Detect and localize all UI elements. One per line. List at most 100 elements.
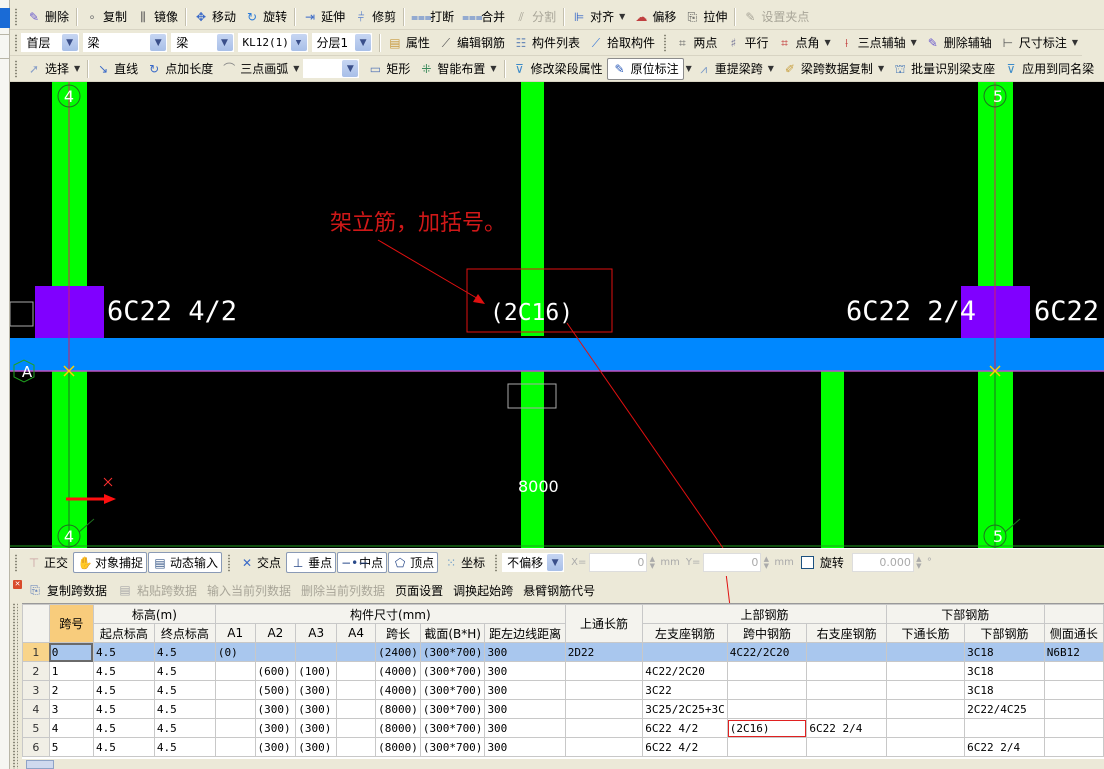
table-row[interactable]: 3 2 4.5 4.5 (500) (300) (4000) (300*700) 300 3C22… [22,680,1104,700]
cell-a4[interactable] [336,661,377,681]
cell-end[interactable]: 4.5 [153,737,216,757]
cell-mid[interactable] [726,699,808,719]
cell-side[interactable] [1043,737,1104,757]
component-list-button[interactable]: ☷ 构件列表 [509,32,584,54]
cell-bot[interactable]: 2C22/4C25 [964,699,1045,719]
cell-len[interactable]: (4000) [375,680,421,700]
cell-a4[interactable] [336,699,377,719]
batch-support-button[interactable]: ⛫ 批量识别梁支座 [888,58,999,80]
cell-span[interactable]: 1 [48,661,94,681]
cell-mid[interactable] [726,680,808,700]
delete-button[interactable]: ✎ 删除 [22,6,73,28]
break-button[interactable]: ⩶ 打断 [407,6,458,28]
cell-span[interactable]: 5 [48,737,94,757]
close-icon[interactable]: ✕ [13,580,22,589]
cell-mid[interactable] [726,737,808,757]
cell-mid[interactable]: (2C16) [726,718,808,738]
floor-select[interactable]: 首层 ▼ [21,33,79,52]
cell-dist[interactable]: 300 [484,699,566,719]
table-row[interactable]: 6 5 4.5 4.5 (300) (300) (8000) (300*700) 300 6C22… [22,737,1104,757]
rotate-button[interactable]: ↻ 旋转 [240,6,291,28]
modify-beam-segment-button[interactable]: ⊽ 修改梁段属性 [508,58,607,80]
rotate-checkbox[interactable] [800,556,814,569]
cell-a1[interactable] [214,737,256,757]
cell-left[interactable]: 6C22 4/2 [642,737,728,757]
intersection-snap[interactable]: ✕ 交点 [235,552,285,573]
delete-column-data-button[interactable]: 删除当前列数据 [296,582,390,599]
cell-mid[interactable] [726,661,808,681]
offset-mode-select[interactable]: 不偏移 ▼ [502,553,565,572]
cell-bot_through[interactable] [885,737,966,757]
column-mid[interactable] [521,82,544,336]
header-left-support[interactable]: 左支座钢筋 [642,623,728,643]
beam-kl12[interactable] [10,338,1104,371]
toolbar-grip[interactable] [494,553,499,572]
row-number[interactable]: 5 [22,718,50,738]
cell-top_through[interactable] [564,680,644,700]
cell-a2[interactable]: (600) [254,661,297,681]
dock-tab-active[interactable] [0,8,10,28]
row-number[interactable]: 6 [22,737,50,757]
header-mid-span[interactable]: 跨中钢筋 [726,623,808,643]
midpoint-snap[interactable]: −•− 中点 [337,552,388,573]
move-button[interactable]: ✥ 移动 [189,6,240,28]
cell-a3[interactable]: (300) [295,680,338,700]
cell-a3[interactable] [295,642,338,662]
rotate-spinner[interactable]: ▲ ▼ [914,554,924,571]
right-support-annotation[interactable]: 6C22 2/4 [846,296,976,327]
mid-span-annotation[interactable]: (2C16) [490,300,573,326]
split-button[interactable]: ⫽ 分割 [509,6,560,28]
cell-right[interactable] [806,661,887,681]
cell-end[interactable]: 4.5 [153,718,216,738]
point-length-button[interactable]: ↻ 点加长度 [142,58,217,80]
cell-bot[interactable]: 3C18 [964,661,1045,681]
cell-a1[interactable]: (0) [214,642,256,662]
edit-rebar-button[interactable]: ⟋ 编辑钢筋 [434,32,509,54]
header-span-number[interactable]: 跨号 [48,604,94,643]
cell-left[interactable] [642,642,728,662]
header-a4[interactable]: A4 [336,623,377,643]
cantilever-code-button[interactable]: 悬臂钢筋代号 [518,582,600,599]
span-data-grid[interactable]: 跨号 标高(m) 构件尺寸(mm) 上通长筋 上部钢筋 下部钢筋 起点标高 终点… [22,603,1104,759]
cell-start[interactable]: 4.5 [92,737,155,757]
row-number[interactable]: 2 [22,661,50,681]
header-top-through[interactable]: 上通长筋 [564,604,644,643]
properties-button[interactable]: ▤ 属性 [383,32,434,54]
row-number[interactable]: 3 [22,680,50,700]
panel-grip[interactable] [12,603,18,769]
header-a2[interactable]: A2 [254,623,297,643]
cell-bot_through[interactable] [885,680,966,700]
cell-mid[interactable]: 4C22/2C20 [726,642,808,662]
cell-a4[interactable] [336,718,377,738]
cell-bot_through[interactable] [885,699,966,719]
header-section[interactable]: 截面(B*H) [419,623,486,643]
cell-sec[interactable]: (300*700) [419,737,486,757]
copy-button[interactable]: ∘ 复制 [80,6,131,28]
line-button[interactable]: ↘ 直线 [91,58,142,80]
arc-param-select[interactable]: ▼ [303,59,360,78]
cell-a3[interactable]: (100) [295,661,338,681]
cell-span[interactable]: 4 [48,718,94,738]
column-mid-lower[interactable] [521,370,544,548]
cell-a2[interactable]: (500) [254,680,297,700]
header-end-elevation[interactable]: 终点标高 [153,623,216,643]
smart-layout-button[interactable]: ⁜ 智能布置 ▼ [414,58,500,80]
cell-dist[interactable]: 300 [484,737,566,757]
horizontal-scrollbar[interactable] [22,759,1104,769]
table-row[interactable]: 5 4 4.5 4.5 (300) (300) (8000) (300*700) 300 6C22… [22,718,1104,738]
cell-end[interactable]: 4.5 [153,680,216,700]
cell-right[interactable] [806,642,887,662]
ortho-toggle[interactable]: ⊤ 正交 [22,552,72,573]
rotate-angle-input[interactable]: 0.000 [851,553,914,572]
two-point-button[interactable]: ⌗ 两点 [670,32,721,54]
cell-right[interactable] [806,737,887,757]
cell-len[interactable]: (8000) [375,718,421,738]
dimension-button[interactable]: ⊢ 尺寸标注 ▼ [996,32,1082,54]
stretch-button[interactable]: ⎘ 拉伸 [680,6,731,28]
toolbar-grip[interactable] [14,7,18,26]
cell-left[interactable]: 6C22 4/2 [642,718,728,738]
cell-start[interactable]: 4.5 [92,642,155,662]
cell-bot_through[interactable] [885,642,966,662]
cell-dist[interactable]: 300 [484,718,566,738]
cell-sec[interactable]: (300*700) [419,680,486,700]
